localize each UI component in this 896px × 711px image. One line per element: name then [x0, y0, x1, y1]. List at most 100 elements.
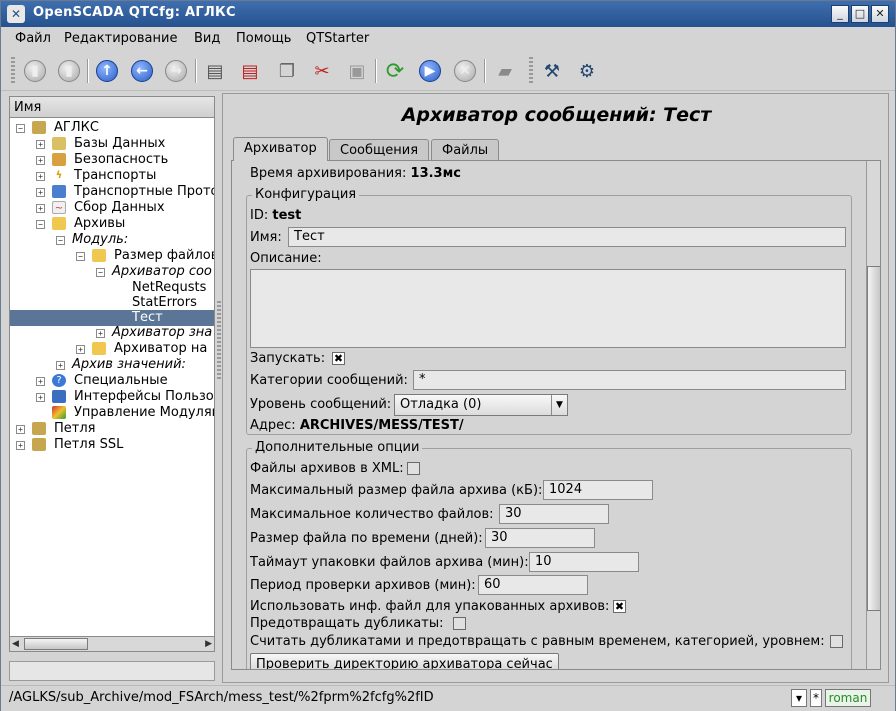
daq-icon: ~ [52, 201, 66, 214]
collapse-icon[interactable]: − [56, 236, 65, 245]
expand-icon[interactable]: + [36, 140, 45, 149]
tab-messages[interactable]: Сообщения [329, 139, 430, 161]
collapse-icon[interactable]: − [16, 124, 25, 133]
toolbar-grip[interactable] [11, 57, 15, 85]
tree-item-user-interfaces[interactable]: Интерфейсы Пользо [74, 389, 214, 405]
expand-icon[interactable]: + [36, 204, 45, 213]
categories-field[interactable]: * [413, 370, 846, 390]
copy-icon[interactable]: ❐ [273, 57, 301, 85]
tree-item-special[interactable]: Специальные [74, 373, 168, 389]
tree-item-value-archive[interactable]: Архив значений: [72, 357, 186, 373]
refresh-icon[interactable]: ⟳ [381, 57, 409, 85]
tree-item-loop-ssl[interactable]: Петля SSL [54, 437, 123, 453]
tree-item-module-management[interactable]: Управление Модулям [74, 405, 214, 421]
back-icon[interactable]: ← [128, 57, 156, 85]
stop-icon[interactable]: ✕ [451, 57, 479, 85]
add-item-icon[interactable]: ▤ [201, 57, 229, 85]
time-size-label: Размер файла по времени (дней): [250, 531, 483, 546]
panel-splitter[interactable] [217, 301, 221, 381]
dup-equal-checkbox[interactable] [830, 635, 843, 648]
navigation-tree[interactable]: − АГЛКС + Базы Данных + Безопасность + ϟ… [9, 118, 215, 638]
db-save-icon[interactable]: ▮ [55, 57, 83, 85]
tree-item-module-group[interactable]: Модуль: [72, 232, 128, 248]
help-book-icon[interactable]: ▰ [491, 57, 519, 85]
use-info-checkbox[interactable]: ✖ [613, 600, 626, 613]
menu-view[interactable]: Вид [194, 31, 220, 46]
expand-icon[interactable]: + [36, 377, 45, 386]
prevent-dup-label: Предотвращать дубликаты: [250, 616, 444, 631]
chevron-down-icon[interactable]: ▼ [551, 395, 567, 415]
expand-icon[interactable]: + [16, 441, 25, 450]
expand-icon[interactable]: + [36, 188, 45, 197]
tree-item-archives[interactable]: Архивы [74, 216, 125, 232]
toolbar-separator [87, 59, 89, 83]
tree-horizontal-scrollbar[interactable]: ◀ ▶ [9, 636, 215, 652]
user-badge[interactable]: roman [825, 689, 871, 707]
scrollbar-thumb[interactable] [867, 266, 880, 611]
tree-item-fsarch[interactable]: Размер файлов [114, 248, 214, 264]
tab-files[interactable]: Файлы [431, 139, 500, 161]
expand-icon[interactable]: + [36, 393, 45, 402]
menu-help[interactable]: Помощь [236, 31, 291, 46]
collapse-icon[interactable]: − [96, 268, 105, 277]
scrollbar-thumb[interactable] [24, 638, 88, 650]
description-field[interactable] [250, 269, 846, 348]
collapse-icon[interactable]: − [76, 252, 85, 261]
expand-icon[interactable]: + [16, 425, 25, 434]
expand-icon[interactable]: + [56, 361, 65, 370]
menu-edit[interactable]: Редактирование [64, 31, 177, 46]
maximize-button[interactable]: □ [851, 5, 869, 23]
tree-item-transports[interactable]: Транспорты [74, 168, 156, 184]
pack-timeout-field[interactable]: 10 [529, 552, 639, 572]
max-count-field[interactable]: 30 [499, 504, 609, 524]
tree-item-aglks[interactable]: АГЛКС [54, 120, 99, 136]
name-field[interactable]: Тест [288, 227, 846, 247]
tree-item-val-archivers[interactable]: Архиватор зна [112, 325, 212, 341]
check-period-field[interactable]: 60 [478, 575, 588, 595]
tree-item-netrequsts[interactable]: NetRequsts [132, 280, 206, 296]
tree-item-dbarch[interactable]: Архиватор на [114, 341, 207, 357]
scroll-right-icon[interactable]: ▶ [205, 639, 212, 649]
scroll-left-icon[interactable]: ◀ [12, 639, 19, 649]
forward-icon[interactable]: → [162, 57, 190, 85]
close-button[interactable]: ✕ [871, 5, 889, 23]
expand-icon[interactable]: + [96, 329, 105, 338]
db-load-icon[interactable]: ▮ [21, 57, 49, 85]
menu-qtstarter[interactable]: QTStarter [306, 31, 369, 46]
collapse-icon[interactable]: − [36, 220, 45, 229]
up-icon[interactable]: ↑ [93, 57, 121, 85]
toolbar-grip[interactable] [529, 57, 533, 85]
tree-item-daq[interactable]: Сбор Данных [74, 200, 165, 216]
tree-item-protocols[interactable]: Транспортные Прото [74, 184, 214, 200]
start-icon[interactable]: ▶ [416, 57, 444, 85]
cut-icon[interactable]: ✂ [308, 57, 336, 85]
tree-item-loop[interactable]: Петля [54, 421, 95, 437]
transport-icon: ϟ [55, 170, 63, 181]
delete-item-icon[interactable]: ▤ [236, 57, 264, 85]
tree-item-test[interactable]: Тест [10, 310, 214, 326]
uim-icon[interactable]: ⚙ [573, 57, 601, 85]
max-size-field[interactable]: 1024 [543, 480, 653, 500]
tree-item-databases[interactable]: Базы Данных [74, 136, 165, 152]
minimize-button[interactable]: _ [831, 5, 849, 23]
check-dir-button[interactable]: Проверить директорию архиватора сейчас [250, 653, 559, 669]
level-select[interactable]: Отладка (0) ▼ [394, 394, 568, 416]
menu-file[interactable]: Файл [15, 31, 51, 46]
paste-icon[interactable]: ▣ [343, 57, 371, 85]
tree-item-mess-archivers[interactable]: Архиватор соо [112, 264, 212, 280]
tree-item-staterrors[interactable]: StatErrors [132, 295, 197, 311]
tree-header[interactable]: Имя [9, 96, 215, 118]
prevent-dup-checkbox[interactable] [453, 617, 466, 630]
content-vertical-scrollbar[interactable] [866, 161, 880, 669]
start-checkbox[interactable]: ✖ [332, 352, 345, 365]
time-size-field[interactable]: 30 [485, 528, 595, 548]
chevron-down-icon[interactable]: ▾ [791, 689, 807, 707]
navigation-panel: Имя − АГЛКС + Базы Данных + Безопасность… [9, 96, 215, 653]
expand-icon[interactable]: + [76, 345, 85, 354]
xml-checkbox[interactable] [407, 462, 420, 475]
uiv-icon[interactable]: ⚒ [538, 57, 566, 85]
expand-icon[interactable]: + [36, 172, 45, 181]
tree-item-security[interactable]: Безопасность [74, 152, 168, 168]
expand-icon[interactable]: + [36, 156, 45, 165]
tab-archiver[interactable]: Архиватор [233, 137, 328, 161]
